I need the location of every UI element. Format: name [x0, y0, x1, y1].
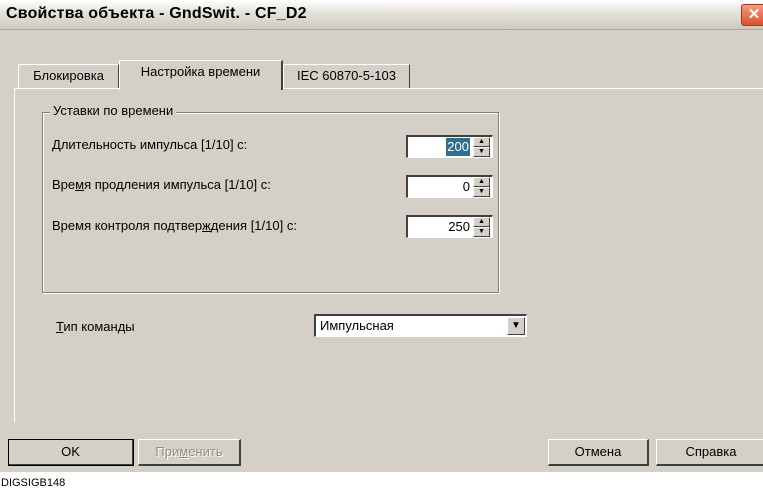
apply-button[interactable]: Применить: [138, 439, 241, 466]
window-title: Свойства объекта - GndSwit. - CF_D2: [6, 5, 307, 22]
confirmation-time-value[interactable]: 250: [448, 218, 470, 236]
figure-caption: DIGSIGB148: [1, 477, 66, 489]
command-type-label: Тип команды: [56, 319, 135, 334]
close-icon[interactable]: ✕: [741, 4, 763, 26]
confirmation-time-spinner[interactable]: 250 ▲ ▼: [406, 215, 493, 238]
properties-dialog: Свойства объекта - GndSwit. - CF_D2 ✕ Бл…: [0, 0, 763, 472]
spin-up-icon[interactable]: ▲: [473, 217, 490, 227]
pulse-extension-spinner[interactable]: 0 ▲ ▼: [406, 175, 493, 198]
pulse-duration-spin-buttons: ▲ ▼: [473, 137, 490, 157]
pulse-extension-spin-buttons: ▲ ▼: [473, 177, 490, 197]
spin-down-icon[interactable]: ▼: [473, 227, 490, 237]
command-type-select[interactable]: Импульсная ▼: [314, 314, 527, 337]
tab-strip: Блокировка Настройка времени IEC 60870-5…: [0, 60, 763, 90]
chevron-down-icon[interactable]: ▼: [507, 317, 525, 335]
spin-down-icon[interactable]: ▼: [473, 147, 490, 157]
help-button[interactable]: Справка: [656, 439, 763, 466]
spin-up-icon[interactable]: ▲: [473, 177, 490, 187]
tab-interlocking[interactable]: Блокировка: [18, 64, 119, 88]
pulse-duration-label: Длительность импульса [1/10] с:: [52, 137, 248, 152]
title-bar[interactable]: Свойства объекта - GndSwit. - CF_D2 ✕: [0, 0, 763, 30]
confirmation-time-label: Время контроля подтверждения [1/10] с:: [52, 218, 297, 233]
spin-up-icon[interactable]: ▲: [473, 137, 490, 147]
tab-iec-60870-5-103[interactable]: IEC 60870-5-103: [283, 64, 410, 88]
pulse-duration-spinner[interactable]: 200 ▲ ▼: [406, 135, 493, 158]
ok-button[interactable]: OK: [8, 439, 134, 466]
pulse-extension-label: Время продления импульса [1/10] с:: [52, 177, 271, 192]
cancel-button[interactable]: Отмена: [548, 439, 649, 466]
spin-down-icon[interactable]: ▼: [473, 187, 490, 197]
pulse-extension-value[interactable]: 0: [463, 178, 470, 196]
group-legend: Уставки по времени: [50, 103, 177, 118]
tab-time-settings[interactable]: Настройка времени: [119, 60, 283, 90]
confirmation-time-spin-buttons: ▲ ▼: [473, 217, 490, 237]
command-type-value: Импульсная: [320, 318, 394, 333]
pulse-duration-value[interactable]: 200: [446, 138, 470, 156]
